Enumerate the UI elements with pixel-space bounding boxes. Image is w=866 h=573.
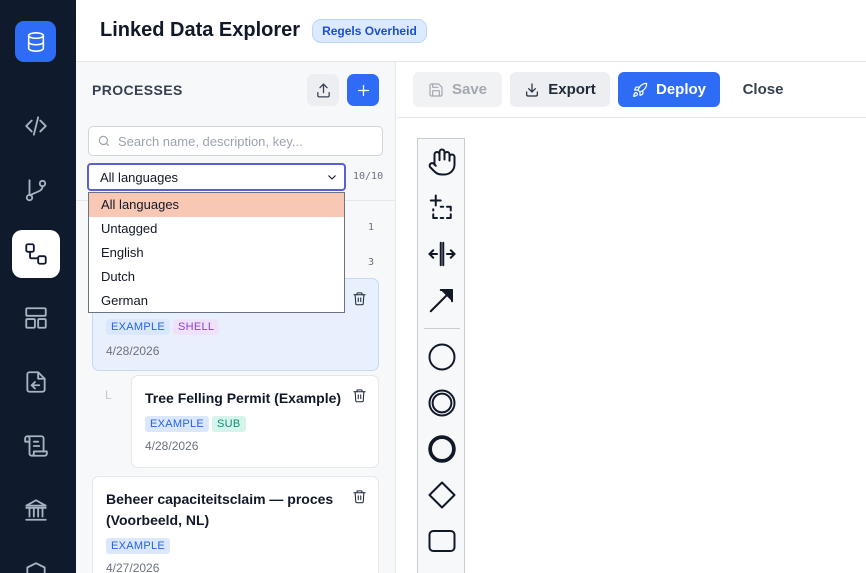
tool-palette: [417, 138, 465, 573]
tree-connector: L: [105, 388, 112, 402]
hand-tool-icon: [428, 148, 456, 176]
rail-item-import[interactable]: [12, 358, 60, 406]
tag-example: EXAMPLE: [145, 416, 210, 432]
trash-icon[interactable]: [352, 291, 367, 306]
palette-divider: [424, 328, 460, 329]
add-process-button[interactable]: [347, 74, 379, 106]
workflow-icon: [25, 243, 47, 265]
export-label: Export: [548, 81, 596, 98]
deploy-label: Deploy: [655, 81, 706, 98]
tag-sub: SUB: [212, 416, 246, 432]
process-title-line1: Beheer capaciteitsclaim — proces: [106, 491, 334, 507]
connect-tool[interactable]: [422, 280, 462, 320]
bank-icon: [25, 499, 47, 521]
language-option-german[interactable]: German: [89, 289, 344, 313]
layout-icon: [25, 307, 47, 329]
task-tool[interactable]: [422, 521, 462, 561]
tag-example: EXAMPLE: [106, 538, 171, 554]
rail-item-processes[interactable]: [12, 230, 60, 278]
save-icon: [429, 82, 443, 97]
process-title: Tree Felling Permit (Example): [145, 390, 342, 406]
process-date: 4/27/2026: [106, 561, 160, 573]
intermediate-event-icon: [428, 389, 456, 417]
close-label: Close: [742, 81, 784, 98]
process-title-line2: (Voorbeeld, NL): [106, 512, 210, 528]
start-event-icon: [428, 343, 456, 371]
space-tool[interactable]: [422, 234, 462, 274]
language-option-untagged[interactable]: Untagged: [89, 217, 344, 241]
lasso-tool[interactable]: [422, 188, 462, 228]
language-option-all[interactable]: All languages: [89, 193, 344, 217]
header-badge[interactable]: Regels Overheid: [312, 18, 427, 43]
process-count: 10/10: [353, 171, 384, 182]
end-event-icon: [428, 435, 456, 463]
diagram-canvas[interactable]: [397, 118, 866, 573]
save-label: Save: [451, 81, 488, 98]
code-icon: [25, 116, 47, 136]
rail-item-layout[interactable]: [12, 294, 60, 342]
tag-shell: SHELL: [173, 319, 220, 335]
task-icon: [428, 530, 456, 552]
lasso-tool-icon: [429, 194, 452, 219]
upload-icon: [316, 82, 330, 98]
rail-item-shield[interactable]: [12, 550, 60, 573]
deploy-button[interactable]: Deploy: [618, 72, 720, 107]
process-date: 4/28/2026: [145, 439, 199, 453]
hand-tool[interactable]: [422, 142, 462, 182]
download-icon: [526, 82, 539, 97]
search-input[interactable]: [118, 133, 373, 149]
gateway-icon: [428, 481, 456, 509]
gateway-tool[interactable]: [422, 475, 462, 515]
close-button[interactable]: Close: [730, 72, 796, 107]
language-select-value: All languages: [100, 169, 179, 185]
rail-item-code[interactable]: [12, 102, 60, 150]
intermediate-event-tool[interactable]: [422, 383, 462, 423]
language-select[interactable]: All languages: [87, 163, 346, 191]
app-title: Linked Data Explorer: [100, 19, 301, 41]
trash-icon[interactable]: [352, 489, 367, 504]
chevron-down-icon: [328, 175, 336, 180]
rail-item-branches[interactable]: [12, 166, 60, 214]
process-card[interactable]: Beheer capaciteitsclaim — proces (Voorbe…: [92, 476, 379, 573]
process-date: 4/28/2026: [106, 344, 160, 358]
database-icon: [27, 31, 44, 52]
app-header: Linked Data Explorer Regels Overheid: [76, 0, 866, 62]
language-option-dutch[interactable]: Dutch: [89, 265, 344, 289]
space-tool-icon: [428, 241, 456, 267]
scroll-icon: [24, 435, 48, 457]
trash-icon[interactable]: [352, 388, 367, 403]
panel-title: PROCESSES: [92, 82, 183, 98]
save-button[interactable]: Save: [413, 72, 502, 107]
end-event-tool[interactable]: [422, 429, 462, 469]
rail-item-scroll[interactable]: [12, 422, 60, 470]
connect-tool-icon: [429, 289, 453, 313]
database-logo-button[interactable]: [15, 21, 56, 62]
git-branch-icon: [25, 179, 47, 202]
plus-icon: [357, 84, 369, 96]
language-dropdown-list: All languages Untagged English Dutch Ger…: [88, 192, 345, 313]
export-button[interactable]: Export: [510, 72, 610, 107]
processes-panel: PROCESSES All languages 10/10 1 3 EXAMPL…: [76, 62, 396, 573]
left-rail: [0, 0, 76, 573]
group-count: 1: [368, 222, 375, 233]
language-option-english[interactable]: English: [89, 241, 344, 265]
process-card-child[interactable]: Tree Felling Permit (Example) EXAMPLE SU…: [131, 375, 379, 468]
start-event-tool[interactable]: [422, 337, 462, 377]
upload-button[interactable]: [307, 74, 339, 106]
search-box: [88, 126, 383, 156]
editor-toolbar: Save Export Deploy Close: [397, 62, 866, 118]
shield-icon: [26, 562, 46, 573]
group-count: 3: [368, 257, 375, 268]
search-icon: [98, 135, 110, 147]
rocket-icon: [633, 82, 648, 97]
tag-example: EXAMPLE: [106, 319, 171, 335]
rail-item-bank[interactable]: [12, 486, 60, 534]
import-icon: [26, 371, 46, 393]
